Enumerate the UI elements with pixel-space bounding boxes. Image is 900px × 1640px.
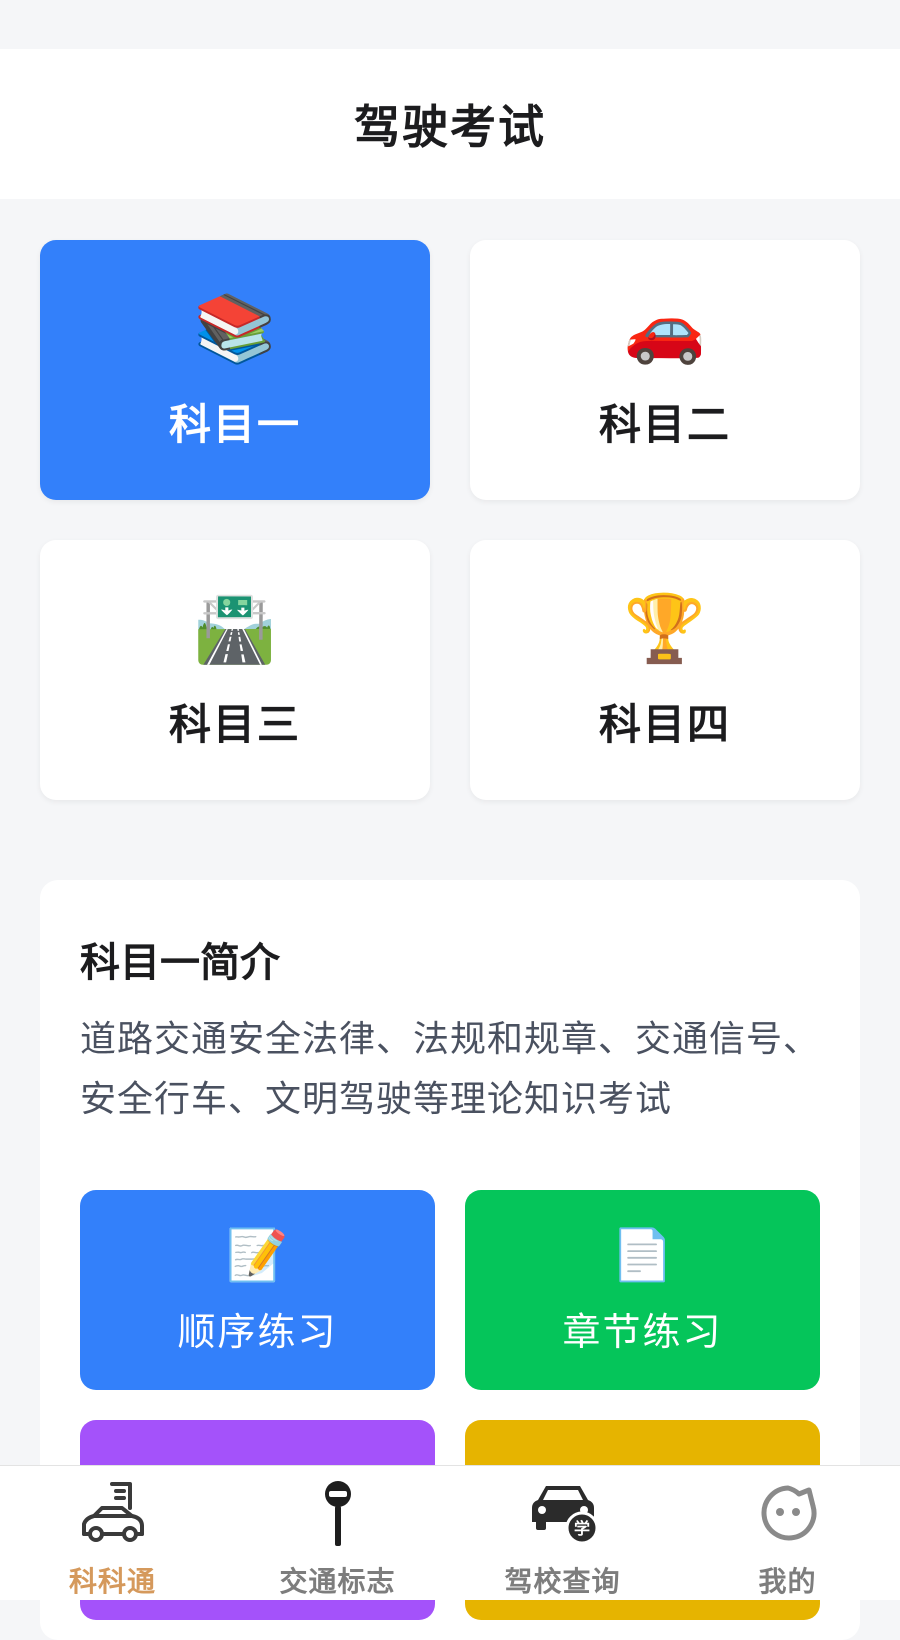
car-icon: 🚗 xyxy=(623,289,707,367)
bottom-tab-bar: 科科通 交通标志 学 驾校查询 我的 xyxy=(0,1465,900,1600)
memo-icon: 📝 xyxy=(226,1225,289,1284)
tab-label: 我的 xyxy=(758,1565,817,1598)
car-learner-icon xyxy=(77,1478,149,1548)
driving-school-icon: 学 xyxy=(527,1478,599,1548)
page-title: 驾驶考试 xyxy=(354,100,546,154)
subject-label: 科目三 xyxy=(168,699,301,749)
subject-card-1[interactable]: 📚 科目一 xyxy=(40,240,430,500)
status-bar-area xyxy=(0,0,900,48)
trophy-icon: 🏆 xyxy=(623,589,707,667)
tab-label: 交通标志 xyxy=(279,1565,396,1598)
subject-card-4[interactable]: 🏆 科目四 xyxy=(470,540,860,800)
subject-card-3[interactable]: 🛣️ 科目三 xyxy=(40,540,430,800)
profile-icon xyxy=(752,1478,824,1548)
subject-card-2[interactable]: 🚗 科目二 xyxy=(470,240,860,500)
sequential-practice-button[interactable]: 📝 顺序练习 xyxy=(80,1190,435,1390)
subject-label: 科目四 xyxy=(598,699,731,749)
books-icon: 📚 xyxy=(193,289,277,367)
tab-traffic-signs[interactable]: 交通标志 xyxy=(225,1466,450,1600)
highway-icon: 🛣️ xyxy=(193,589,277,667)
tab-label: 驾校查询 xyxy=(504,1565,621,1598)
tab-mine[interactable]: 我的 xyxy=(675,1466,900,1600)
tab-keketong[interactable]: 科科通 xyxy=(0,1466,225,1600)
practice-label: 顺序练习 xyxy=(177,1309,338,1354)
subject-label: 科目二 xyxy=(598,399,731,449)
subject-grid: 📚 科目一 🚗 科目二 🛣️ 科目三 🏆 科目四 xyxy=(40,240,860,800)
document-icon: 📄 xyxy=(611,1225,674,1284)
intro-description: 道路交通安全法律、法规和规章、交通信号、安全行车、文明驾驶等理论知识考试 xyxy=(80,1019,821,1120)
svg-text:学: 学 xyxy=(573,1519,589,1538)
subject-label: 科目一 xyxy=(168,399,301,449)
intro-title: 科目一简介 xyxy=(80,940,280,986)
tab-label: 科科通 xyxy=(68,1565,156,1598)
tab-driving-school[interactable]: 学 驾校查询 xyxy=(450,1466,675,1600)
practice-label: 章节练习 xyxy=(562,1309,723,1354)
traffic-sign-icon xyxy=(302,1478,374,1548)
chapter-practice-button[interactable]: 📄 章节练习 xyxy=(465,1190,820,1390)
page-header: 驾驶考试 xyxy=(0,49,900,199)
